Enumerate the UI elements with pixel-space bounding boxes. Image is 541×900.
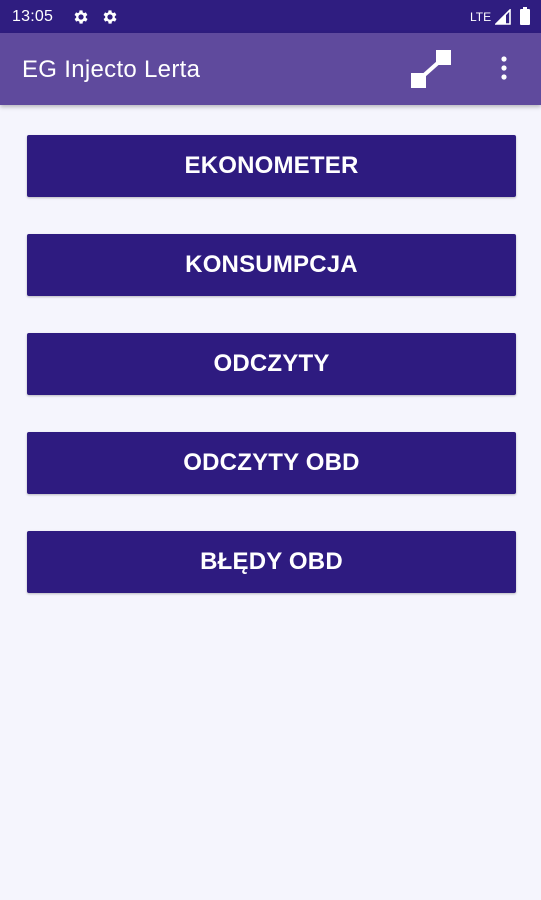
menu-list: EKONOMETER KONSUMPCJA ODCZYTY ODCZYTY OB… bbox=[27, 135, 516, 630]
app-title: EG Injecto Lerta bbox=[22, 56, 201, 83]
gear-icon bbox=[72, 8, 90, 26]
konsumpcja-button[interactable]: KONSUMPCJA bbox=[27, 234, 516, 296]
signal-icon bbox=[494, 8, 511, 25]
odczyty-obd-button[interactable]: ODCZYTY OBD bbox=[27, 432, 516, 494]
status-bar: 13:05 LTE bbox=[0, 0, 541, 33]
status-time: 13:05 bbox=[12, 8, 54, 25]
gear-icon bbox=[101, 8, 119, 26]
network-type-label: LTE bbox=[470, 10, 492, 24]
connect-icon[interactable] bbox=[408, 47, 454, 91]
ekonometer-button[interactable]: EKONOMETER bbox=[27, 135, 516, 197]
odczyty-button[interactable]: ODCZYTY bbox=[27, 333, 516, 395]
overflow-menu-icon[interactable] bbox=[492, 53, 516, 85]
bledy-obd-button[interactable]: BŁĘDY OBD bbox=[27, 531, 516, 593]
app-bar: EG Injecto Lerta bbox=[0, 33, 541, 105]
battery-icon bbox=[520, 7, 530, 25]
